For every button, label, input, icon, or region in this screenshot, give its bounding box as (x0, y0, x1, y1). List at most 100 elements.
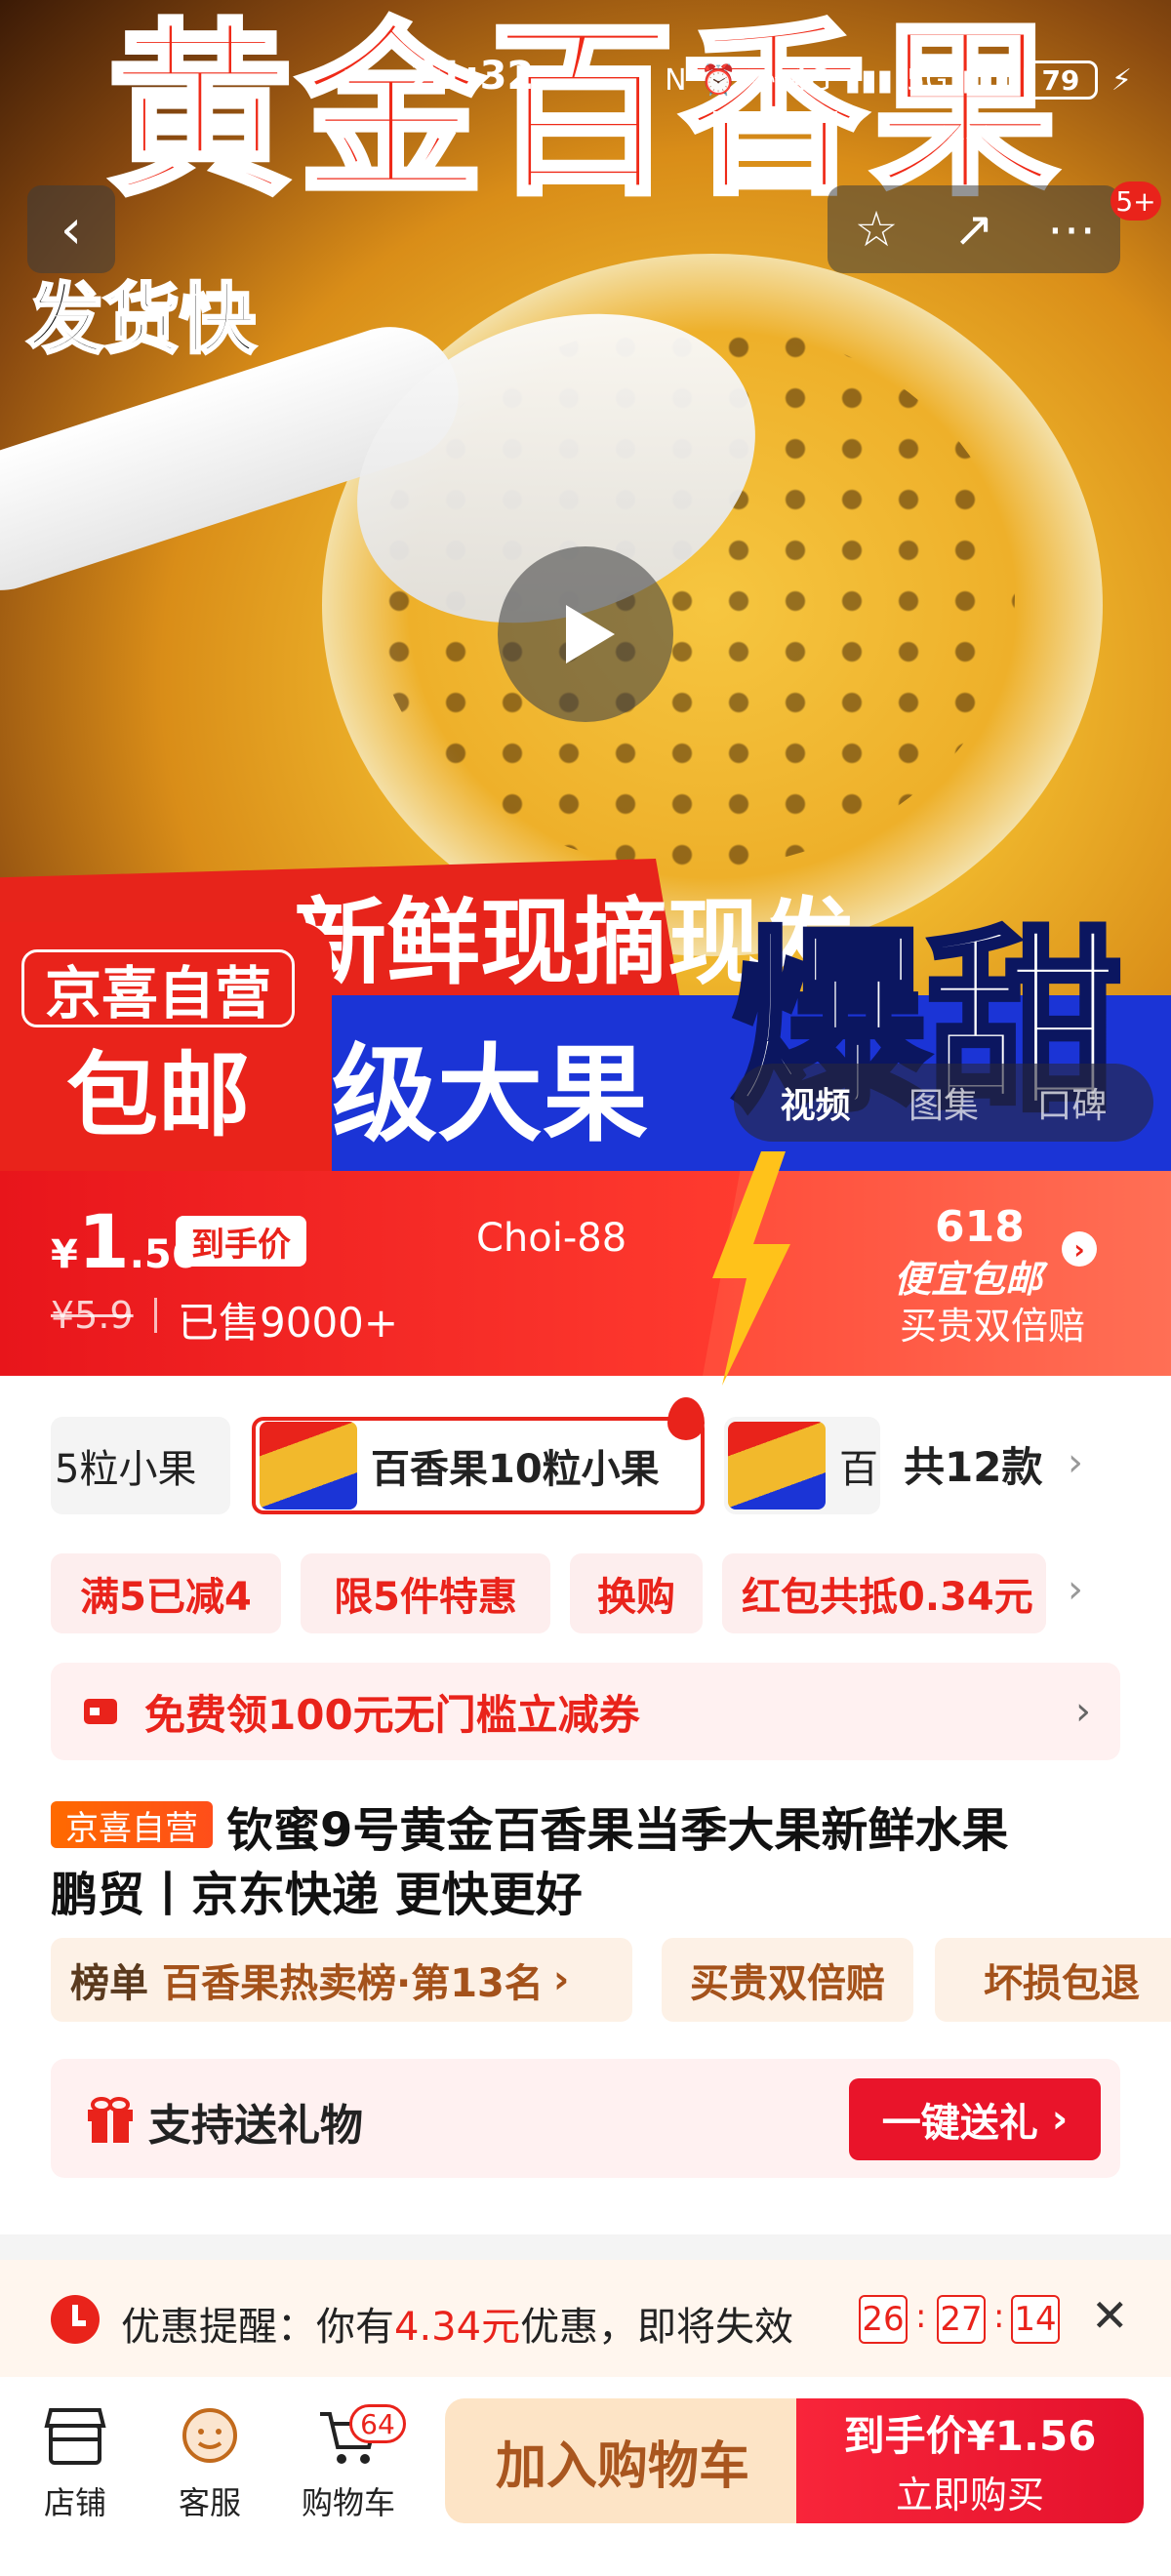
tab-video[interactable]: 视频 (781, 1077, 851, 1128)
tab-reviews[interactable]: 口碑 (1036, 1077, 1107, 1128)
back-button[interactable]: ‹ (27, 185, 115, 273)
reminder-suffix: 优惠，即将失效 (520, 2305, 794, 2350)
status-bar: 21:32 N ⏰ ◠ 4G ▮▮▮ 5G ▮▮▮ 79 ⚡ (0, 0, 1171, 100)
cart-label: 购物车 (301, 2484, 395, 2521)
gift-text: 支持送礼物 (148, 2101, 363, 2151)
price-separator (154, 1298, 157, 1333)
network-5g-icon: 5G (907, 62, 949, 98)
send-gift-label: 一键送礼 (881, 2101, 1038, 2146)
product-title-line2: 鹏贸丨京东快递 更快更好 (51, 1868, 583, 1922)
promo-chip[interactable]: 满5已减4 (51, 1553, 281, 1633)
coupon-banner[interactable]: 免费领100元无门槛立减券 › (51, 1663, 1120, 1760)
coupon-code: Choi-88 (476, 1216, 627, 1261)
tab-gallery[interactable]: 图集 (909, 1077, 979, 1128)
chevron-right-icon: › (552, 1957, 570, 2002)
gift-banner: 支持送礼物 一键送礼 › (51, 2059, 1120, 2178)
nfc-icon: N (665, 62, 687, 98)
coupon-card-icon (84, 1699, 117, 1724)
variant-chip-selected[interactable]: 百香果10粒小果 (252, 1417, 705, 1514)
chevron-right-icon[interactable]: › (1068, 1440, 1083, 1485)
buy-now-price: 到手价¥1.56 (843, 2412, 1097, 2460)
rank-text: 百香果热卖榜·第13名 (162, 1961, 544, 2006)
rank-tag[interactable]: 榜单 百香果热卖榜·第13名 › (51, 1938, 632, 2022)
shop-label: 店铺 (43, 2484, 106, 2521)
cart-count-badge: 64 (349, 2404, 406, 2443)
status-icons: N ⏰ ◠ 4G ▮▮▮ 5G ▮▮▮ 79 ⚡ (665, 60, 1132, 100)
top-action-group: ☆ ↗ ⋯ (828, 185, 1120, 273)
clock-icon (51, 2295, 100, 2344)
notification-badge: 5+ (1110, 181, 1161, 221)
variant-chip[interactable]: 5粒小果 (51, 1417, 230, 1514)
buy-now-label: 立即购买 (895, 2474, 1044, 2516)
chevron-right-icon[interactable]: › (1062, 1231, 1097, 1267)
price-currency: ¥ (51, 1232, 78, 1277)
countdown-colon: : (915, 2297, 927, 2336)
play-video-button[interactable] (498, 546, 673, 722)
status-time: 21:32 (410, 54, 535, 99)
share-button[interactable]: ↗ (925, 185, 1023, 273)
promo-chip[interactable]: 限5件特惠 (301, 1553, 550, 1633)
hero-subtitle: 发货快 (25, 275, 257, 366)
variant-total[interactable]: 共12款 (904, 1434, 1042, 1494)
variant-label: 百香果10粒小果 (371, 1447, 660, 1492)
play-icon (566, 605, 615, 664)
reminder-amount: 4.34元 (394, 2305, 521, 2350)
service-button[interactable]: 客服 (146, 2406, 273, 2523)
variant-chip[interactable]: 百 (724, 1417, 880, 1514)
signal-icon: ▮▮▮ (844, 62, 894, 98)
shop-icon (44, 2408, 106, 2465)
shop-button[interactable]: 店铺 (12, 2406, 139, 2523)
alarm-icon: ⏰ (700, 62, 737, 98)
self-operated-badge: 京喜自营 包邮 (0, 922, 332, 1171)
more-button[interactable]: ⋯ (1023, 185, 1120, 273)
signal-icon-2: ▮▮▮ (961, 62, 1010, 98)
service-label: 客服 (178, 2484, 241, 2521)
price-integer: 1 (77, 1198, 130, 1285)
lightning-icon (712, 1151, 790, 1386)
product-title-line1: 钦蜜9号黄金百香果当季大果新鲜水果 (226, 1803, 1009, 1858)
refund-tag[interactable]: 坏损包退 (935, 1938, 1171, 2022)
wifi-icon: ◠ (749, 62, 777, 98)
add-to-cart-button[interactable]: 加入购物车 (445, 2398, 800, 2523)
favorite-button[interactable]: ☆ (828, 185, 925, 273)
rank-label: 榜单 (70, 1961, 148, 2006)
promo-618-line: 便宜包邮 (894, 1258, 1043, 1301)
promo-618-label: 618 (935, 1202, 1025, 1252)
guarantee-tag[interactable]: 买贵双倍赔 (662, 1938, 913, 2022)
sold-count: 已售9000+ (178, 1299, 399, 1347)
chevron-right-icon: › (1075, 1689, 1091, 1734)
service-icon (182, 2408, 237, 2463)
reminder-prefix: 优惠提醒：你有 (121, 2305, 394, 2350)
countdown-hours: 26 (859, 2295, 908, 2344)
buy-now-button[interactable]: 到手价¥1.56 立即购买 (796, 2398, 1144, 2523)
countdown-colon: : (993, 2297, 1005, 2336)
variant-label: 百 (839, 1447, 878, 1492)
send-gift-button[interactable]: 一键送礼 › (849, 2078, 1101, 2160)
hot-icon (667, 1397, 705, 1440)
coupon-text: 免费领100元无门槛立减券 (144, 1690, 640, 1739)
variant-thumbnail (260, 1422, 357, 1509)
charging-icon: ⚡ (1110, 62, 1132, 98)
promo-chip[interactable]: 红包共抵0.34元 (722, 1553, 1046, 1633)
battery-icon: 79 (1023, 60, 1098, 100)
chevron-right-icon[interactable]: › (1068, 1567, 1083, 1612)
countdown-seconds: 14 (1011, 2295, 1060, 2344)
variant-thumbnail (728, 1422, 826, 1509)
banner-blue-text: 级大果 (332, 1034, 649, 1156)
badge-line2: 包邮 (65, 1043, 250, 1149)
reminder-text: 优惠提醒：你有4.34元优惠，即将失效 (121, 2295, 793, 2352)
close-icon[interactable]: ✕ (1091, 2289, 1129, 2342)
guarantee-text: 买贵双倍赔 (900, 1305, 1086, 1348)
media-tabs: 视频 图集 口碑 (734, 1064, 1153, 1142)
self-operated-tag: 京喜自营 (51, 1801, 213, 1848)
section-divider (0, 2234, 1171, 2260)
back-icon: ‹ (60, 197, 83, 262)
promo-chip[interactable]: 换购 (570, 1553, 703, 1633)
original-price: ¥5.9 (51, 1294, 134, 1337)
discount-reminder[interactable]: 优惠提醒：你有4.34元优惠，即将失效 26 : 27 : 14 ✕ (0, 2260, 1171, 2377)
bottom-action-bar: 店铺 客服 购物车 64 加入购物车 到手价¥1.56 立即购买 (0, 2377, 1171, 2576)
network-4g-icon: 4G (789, 62, 831, 98)
price-tag-badge: 到手价 (176, 1216, 306, 1267)
countdown-minutes: 27 (937, 2295, 986, 2344)
badge-line1: 京喜自营 (21, 949, 295, 1027)
